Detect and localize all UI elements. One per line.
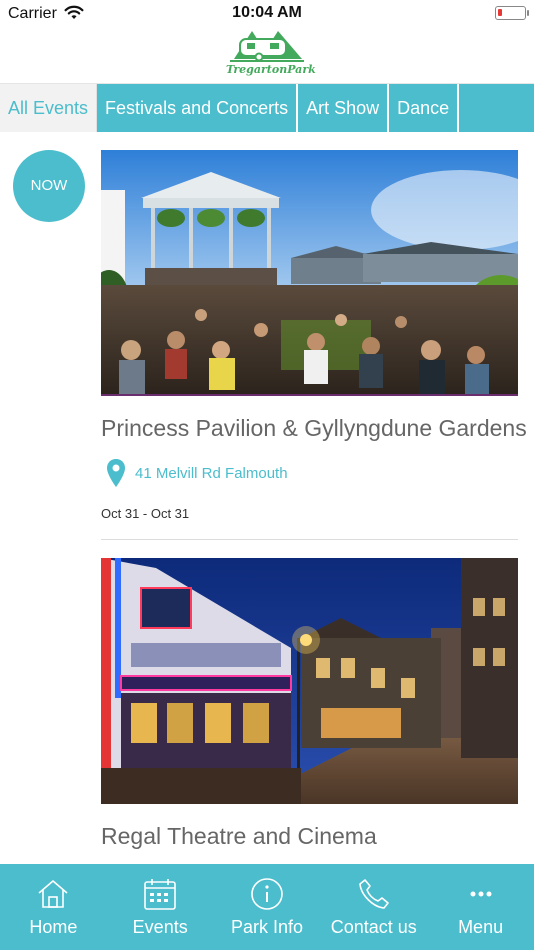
theatre-photo: [101, 558, 518, 804]
bottom-nav: Home Events Park Info Contact us Menu: [0, 864, 534, 950]
nav-contact-us[interactable]: Contact us: [320, 864, 427, 950]
status-bar: Carrier 10:04 AM: [0, 0, 534, 28]
clock: 10:04 AM: [232, 4, 302, 21]
home-icon: [38, 880, 68, 908]
nav-events[interactable]: Events: [107, 864, 214, 950]
app-logo[interactable]: TregartonPark: [226, 29, 316, 81]
info-icon: [251, 878, 283, 910]
nav-contact-us-label: Contact us: [330, 917, 417, 937]
logo-text: TregartonPark: [226, 63, 316, 76]
calendar-icon: [144, 879, 176, 910]
event-location[interactable]: 41 Melvill Rd Falmouth: [106, 457, 288, 489]
phone-icon: [358, 879, 389, 909]
tab-all-events[interactable]: All Events: [0, 84, 98, 132]
battery-icon: [495, 6, 529, 20]
event-dates: Oct 31 - Oct 31: [101, 506, 190, 521]
nav-menu[interactable]: Menu: [427, 864, 534, 950]
tab-dance[interactable]: Dance: [389, 84, 460, 132]
category-tabs: All Events Festivals and Concerts Art Sh…: [0, 83, 534, 132]
nav-home[interactable]: Home: [0, 864, 107, 950]
event-divider: [101, 539, 518, 540]
event-title[interactable]: Princess Pavilion & Gyllyngdune Gardens: [101, 415, 527, 442]
nav-menu-label: Menu: [458, 917, 504, 937]
tab-festivals-and-concerts[interactable]: Festivals and Concerts: [97, 84, 299, 132]
event-image-regal-theatre[interactable]: [101, 558, 518, 804]
caravan-logo-icon: [230, 31, 304, 62]
nav-park-info[interactable]: Park Info: [214, 864, 321, 950]
tab-art-show[interactable]: Art Show: [298, 84, 390, 132]
event-title[interactable]: Regal Theatre and Cinema: [101, 823, 377, 850]
now-badge: NOW: [13, 150, 85, 222]
event-address: 41 Melvill Rd Falmouth: [135, 464, 288, 482]
event-image-princess-pavilion[interactable]: [101, 150, 518, 396]
tab-bar-filler: [459, 84, 534, 132]
nav-home-label: Home: [29, 917, 78, 937]
map-pin-icon: [107, 459, 125, 487]
bandstand-photo: [101, 150, 518, 396]
nav-park-info-label: Park Info: [230, 917, 304, 937]
more-icon: [470, 891, 492, 897]
nav-events-label: Events: [132, 917, 188, 937]
